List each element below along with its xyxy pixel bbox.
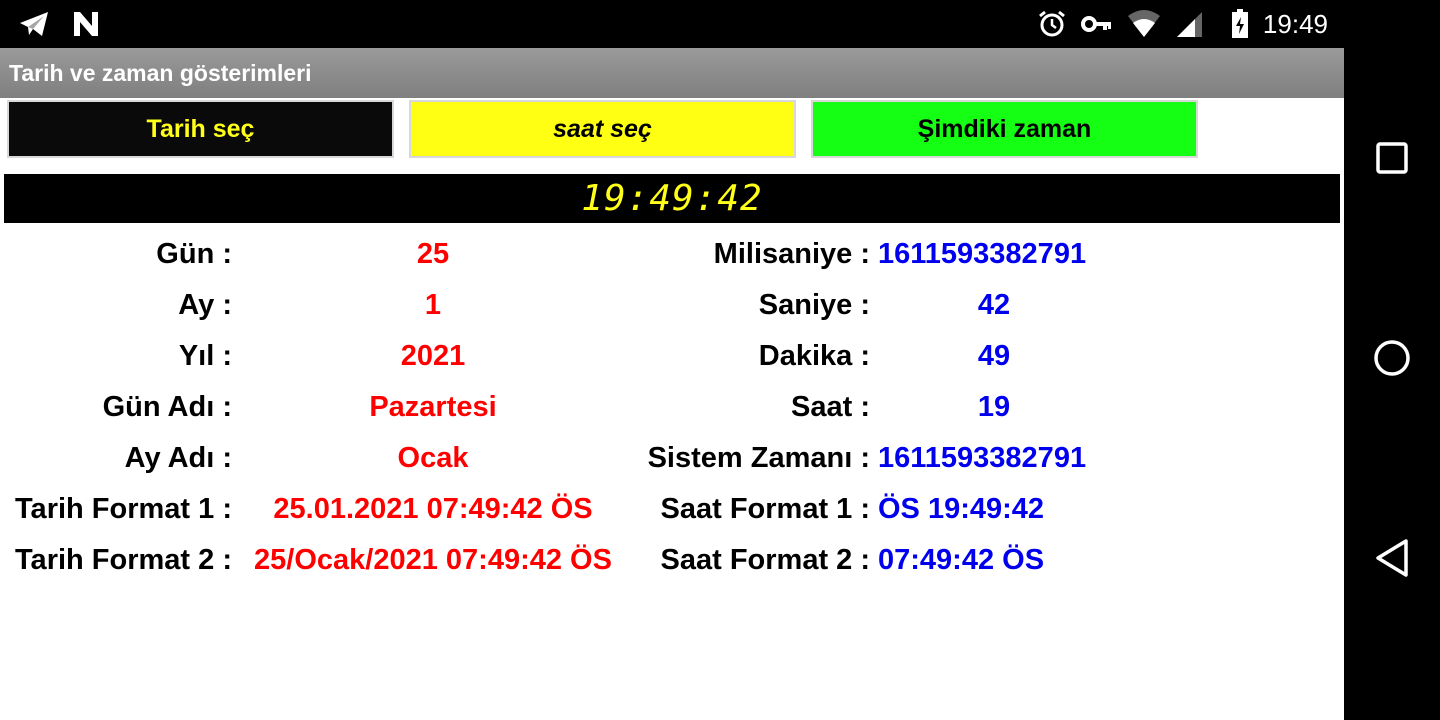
back-button[interactable] — [1368, 536, 1416, 584]
info-row-format-2: Tarih Format 2 : 25/Ocak/2021 07:49:42 Ö… — [0, 536, 1344, 584]
second-label: Saniye : — [758, 289, 870, 321]
date-format-2-value: 25/Ocak/2021 07:49:42 ÖS — [254, 544, 612, 576]
info-row-month-name: Ay Adı : Ocak Sistem Zamanı : 1611593382… — [0, 434, 1344, 482]
month-value: 1 — [424, 289, 442, 321]
status-bar-left — [18, 10, 100, 38]
digital-clock: 19:49:42 — [4, 174, 1340, 223]
time-format-2-label: Saat Format 2 : — [660, 544, 871, 576]
time-format-2-value: 07:49:42 ÖS — [878, 544, 1045, 576]
title-bar: Tarih ve zaman gösterimleri — [0, 48, 1344, 98]
recents-button[interactable] — [1368, 136, 1416, 184]
system-time-label: Sistem Zamanı : — [647, 442, 870, 474]
time-format-1-label: Saat Format 1 : — [660, 493, 871, 525]
second-value: 42 — [977, 289, 1011, 321]
navigation-bar — [1344, 0, 1440, 720]
home-circle-icon — [1372, 338, 1412, 383]
home-button[interactable] — [1368, 336, 1416, 384]
day-name-value: Pazartesi — [369, 391, 497, 423]
info-row-format-1: Tarih Format 1 : 25.01.2021 07:49:42 ÖS … — [0, 485, 1344, 533]
minute-label: Dakika : — [758, 340, 870, 372]
telegram-icon — [18, 10, 50, 38]
wifi-icon — [1127, 10, 1161, 38]
info-row-day-name: Gün Adı : Pazartesi Saat : 19 — [0, 383, 1344, 431]
day-name-label: Gün Adı : — [102, 391, 232, 423]
month-label: Ay : — [178, 289, 232, 321]
info-row-year: Yıl : 2021 Dakika : 49 — [0, 332, 1344, 380]
status-bar: 19:49 — [0, 0, 1344, 48]
pick-time-button[interactable]: saat seç — [409, 100, 796, 158]
date-format-1-label: Tarih Format 1 : — [15, 493, 232, 525]
date-format-2-label: Tarih Format 2 : — [15, 544, 232, 576]
info-row-day: Gün : 25 Milisaniye : 1611593382791 — [0, 230, 1344, 278]
system-time-value: 1611593382791 — [878, 442, 1087, 474]
year-value: 2021 — [400, 340, 466, 372]
millisecond-label: Milisaniye : — [713, 238, 870, 270]
info-row-month: Ay : 1 Saniye : 42 — [0, 281, 1344, 329]
pick-date-button[interactable]: Tarih seç — [7, 100, 394, 158]
n-notification-icon — [72, 10, 100, 38]
minute-value: 49 — [977, 340, 1011, 372]
hour-label: Saat : — [791, 391, 870, 423]
signal-icon — [1175, 10, 1203, 38]
recents-square-icon — [1375, 141, 1409, 180]
alarm-icon — [1037, 9, 1067, 39]
day-value: 25 — [416, 238, 450, 270]
month-name-value: Ocak — [397, 442, 469, 474]
app-content: Tarih ve zaman gösterimleri Tarih seç sa… — [0, 48, 1344, 720]
status-time: 19:49 — [1262, 8, 1328, 39]
millisecond-value: 1611593382791 — [878, 238, 1087, 270]
month-name-label: Ay Adı : — [124, 442, 232, 474]
back-triangle-icon — [1374, 538, 1410, 583]
app-title: Tarih ve zaman gösterimleri — [9, 60, 312, 86]
day-label: Gün : — [156, 238, 232, 270]
vpn-key-icon — [1080, 14, 1113, 34]
date-format-1-value: 25.01.2021 07:49:42 ÖS — [273, 493, 593, 525]
status-bar-right: 19:49 — [1037, 6, 1328, 42]
hour-value: 19 — [977, 391, 1011, 423]
year-label: Yıl : — [178, 340, 232, 372]
battery-charging-icon — [1231, 9, 1249, 39]
time-format-1-value: ÖS 19:49:42 — [878, 493, 1045, 525]
current-time-button[interactable]: Şimdiki zaman — [811, 100, 1198, 158]
